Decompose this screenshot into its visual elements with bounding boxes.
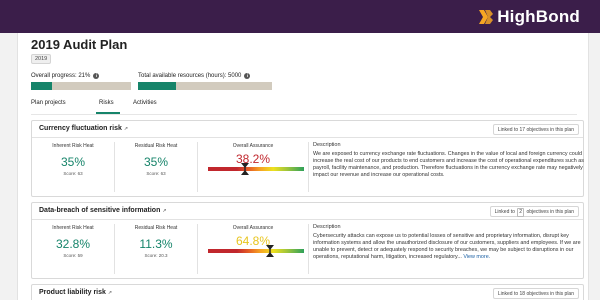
assurance-label: Overall Assurance [232, 225, 274, 231]
assurance-value: 64.8% [235, 234, 271, 248]
linked-objectives-badge[interactable]: Linked to 17 objectives in this plan [492, 124, 579, 135]
linked-objectives-badge[interactable]: Linked to 18 objectives in this plan [492, 288, 579, 299]
overall-progress-bar [31, 82, 131, 90]
assurance-gauge [208, 167, 304, 171]
overall-progress-label: Overall progress: 21% i [31, 73, 100, 79]
tabs-divider [31, 114, 577, 115]
risk-card: Data-breach of sensitive information ↗ Li… [31, 202, 584, 279]
top-bar: HighBond [0, 0, 600, 33]
inherent-value: 32.8% [55, 237, 91, 251]
description-text: Cybersecurity attacks can expose us to p… [313, 233, 591, 261]
inherent-label: Inherent Risk Heat [52, 225, 94, 231]
external-link-icon[interactable]: ↗ [124, 126, 128, 132]
description-column: Description Cybersecurity attacks can ex… [313, 220, 583, 278]
linked-count: 18 [519, 291, 526, 297]
description-column: Description We are exposed to currency e… [313, 138, 584, 196]
gauge-marker-icon [240, 163, 249, 175]
risk-title[interactable]: Product liability risk ↗ [39, 289, 112, 296]
risk-title[interactable]: Currency fluctuation risk ↗ [39, 125, 128, 132]
residual-label: Residual Risk Heat [134, 143, 178, 149]
info-icon[interactable]: i [244, 73, 251, 79]
resources-progress-bar [138, 82, 272, 90]
info-icon[interactable]: i [93, 73, 100, 79]
assurance-gauge [208, 249, 304, 253]
linked-prefix: Linked to [497, 127, 519, 133]
highbond-logo[interactable]: HighBond [479, 7, 580, 26]
linked-suffix: objectives in this plan [526, 291, 574, 297]
external-link-icon[interactable]: ↗ [108, 290, 112, 296]
linked-prefix: Linked to [494, 209, 515, 215]
inherent-risk-column: Inherent Risk Heat 32.8% Score: 59 [32, 220, 114, 278]
linked-count: 2 [517, 208, 525, 217]
residual-label: Residual Risk Heat [134, 225, 178, 231]
assurance-column: Overall Assurance 38.2% [198, 138, 308, 196]
risk-title-text[interactable]: Product liability risk [39, 289, 106, 296]
description-label: Description [313, 224, 341, 230]
page-title: 2019 Audit Plan [31, 37, 128, 52]
inherent-value: 35% [60, 155, 86, 169]
view-more-link[interactable]: View more. [463, 254, 490, 260]
linked-count: 17 [519, 127, 526, 133]
risk-card-header: Data-breach of sensitive information ↗ Li… [32, 203, 583, 220]
overall-progress-text: Overall progress: 21% [31, 73, 91, 79]
resources-label: Total available resources (hours): 5000 … [138, 73, 251, 79]
highbond-logo-icon [479, 10, 494, 24]
tab-risks[interactable]: Risks [87, 100, 119, 112]
tab-activities[interactable]: Activities [119, 100, 167, 112]
risk-card-body: Inherent Risk Heat 35% Score: 63 Residua… [32, 138, 584, 196]
brand-name: HighBond [497, 7, 580, 26]
description-text: We are exposed to currency exchange rate… [313, 151, 584, 178]
resources-progress-fill [138, 82, 176, 90]
inherent-label: Inherent Risk Heat [52, 143, 94, 149]
residual-risk-column: Residual Risk Heat 11.3% Score: 20.3 [115, 220, 197, 278]
linked-objectives-badge[interactable]: Linked to 2 objectives in this plan [489, 206, 579, 217]
description-body: Cybersecurity attacks can expose us to p… [313, 233, 581, 260]
inherent-risk-column: Inherent Risk Heat 35% Score: 63 [32, 138, 114, 196]
column-divider [308, 142, 309, 192]
overall-progress-fill [31, 82, 52, 90]
column-divider [308, 224, 309, 274]
assurance-value: 38.2% [235, 152, 271, 166]
risk-card-body: Inherent Risk Heat 32.8% Score: 59 Resid… [32, 220, 583, 278]
risk-card: Product liability risk ↗ Linked to 18 obj… [31, 284, 584, 300]
linked-prefix: Linked to [497, 291, 519, 297]
residual-value: 11.3% [139, 237, 173, 251]
external-link-icon[interactable]: ↗ [162, 208, 166, 214]
tab-plan-projects[interactable]: Plan projects [31, 100, 87, 112]
gauge-marker-icon [266, 245, 275, 257]
main-content: 2019 Audit Plan 2019 Overall progress: 2… [17, 33, 589, 300]
residual-score: Score: 63 [146, 171, 166, 176]
risk-card: Currency fluctuation risk ↗ Linked to 17 … [31, 120, 584, 197]
description-label: Description [313, 142, 341, 148]
linked-suffix: objectives in this plan [526, 127, 574, 133]
residual-score: Score: 20.3 [144, 253, 168, 258]
year-badge: 2019 [31, 54, 52, 64]
risk-title-text[interactable]: Data-breach of sensitive information [39, 207, 160, 214]
assurance-label: Overall Assurance [232, 143, 274, 149]
risk-title-text[interactable]: Currency fluctuation risk [39, 125, 122, 132]
residual-value: 35% [143, 155, 169, 169]
resources-text: Total available resources (hours): 5000 [138, 73, 242, 79]
assurance-column: Overall Assurance 64.8% [198, 220, 308, 278]
risk-card-header: Currency fluctuation risk ↗ Linked to 17 … [32, 121, 583, 138]
tab-bar: Plan projects Risks Activities [31, 100, 167, 112]
risk-title[interactable]: Data-breach of sensitive information ↗ [39, 207, 167, 214]
inherent-score: Score: 63 [63, 171, 83, 176]
risk-card-header: Product liability risk ↗ Linked to 18 obj… [32, 285, 583, 300]
residual-risk-column: Residual Risk Heat 35% Score: 63 [115, 138, 197, 196]
inherent-score: Score: 59 [63, 253, 83, 258]
linked-suffix: objectives in this plan [526, 209, 574, 215]
